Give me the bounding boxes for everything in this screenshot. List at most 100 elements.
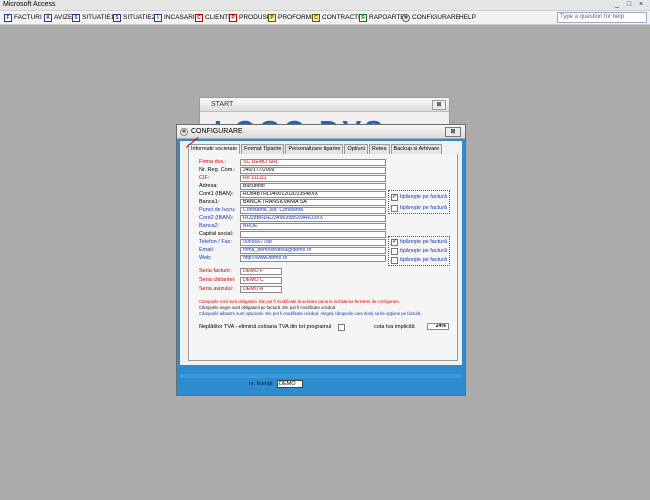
- products-icon: P: [229, 14, 237, 22]
- menu-situatie2[interactable]: S SITUATIE2: [113, 13, 155, 23]
- help-search-input[interactable]: Type a question for help: [557, 12, 647, 23]
- field-label: Banca1:: [199, 199, 220, 205]
- menu-proforme[interactable]: P PROFORME: [268, 13, 316, 23]
- print-checkbox[interactable]: [391, 248, 398, 255]
- tva-label: Neplătitor TVA - elimină coloana TVA din…: [199, 324, 332, 330]
- window-title: Microsoft Access: [3, 1, 56, 8]
- field-label: CIF:: [199, 175, 210, 181]
- field-label: Telefon / Fax:: [199, 239, 233, 245]
- menu-label: RAPOARTE: [369, 14, 405, 21]
- telefon-input[interactable]: 0055667788: [240, 239, 386, 246]
- clients-icon: C: [195, 14, 203, 22]
- seria-facturii-input[interactable]: DEMO F: [240, 268, 282, 275]
- print-checkbox-label: tipăreşte pe factură: [400, 205, 448, 211]
- print-checkbox[interactable]: ✓: [391, 194, 398, 201]
- menu-clienti[interactable]: C CLIENTI: [195, 13, 230, 23]
- print-checkbox[interactable]: [391, 257, 398, 264]
- tab-optiuni[interactable]: Optiuni: [344, 144, 368, 154]
- field-label: Email:: [199, 247, 215, 253]
- menu-label: AVIZE: [54, 14, 73, 21]
- close-button[interactable]: ×: [636, 1, 646, 9]
- config-close-button[interactable]: ⊠: [445, 127, 461, 137]
- banca2-input[interactable]: BRDE: [240, 223, 386, 230]
- field-label: Capital social:: [199, 231, 234, 237]
- maximize-button[interactable]: □: [624, 1, 634, 9]
- receipt-icon: I: [154, 14, 162, 22]
- print-checkbox-label: tipăreşte pe factură: [400, 194, 448, 200]
- tab-format-tiparire[interactable]: Format Tiparire: [241, 144, 285, 154]
- series-label: Seria facturii:: [199, 268, 232, 274]
- contract-icon: C: [312, 14, 320, 22]
- capital-input[interactable]: [240, 231, 386, 238]
- menu-produse[interactable]: P PRODUSE: [229, 13, 271, 23]
- cota-tva-label: cota tva implicită: [374, 324, 415, 330]
- field-label: Firma dvs.:: [199, 159, 227, 165]
- note-red: Campurile rosii sunt obligatorii. Ele po…: [199, 299, 401, 304]
- print-checkbox[interactable]: ✓: [391, 239, 398, 246]
- invoice-icon: F: [4, 14, 12, 22]
- menu-situatie1[interactable]: S SITUATIE1: [72, 13, 114, 23]
- menu-label: PROFORME: [278, 14, 316, 21]
- seria-avizului-input[interactable]: DEMO A: [240, 286, 282, 293]
- tva-checkbox[interactable]: [338, 324, 345, 331]
- menu-rapoarte[interactable]: R RAPOARTE: [359, 13, 405, 23]
- reg-com-input[interactable]: J40/177/2009: [240, 167, 386, 174]
- tab-body: Firma dvs.: SC DEMO SRL Nr. Reg. Com.: J…: [188, 154, 458, 361]
- config-panel: Informatii societate Format Tiparire Per…: [180, 141, 462, 365]
- firma-input[interactable]: SC DEMO SRL: [240, 159, 386, 166]
- menu-help[interactable]: HELP: [459, 13, 476, 23]
- cif-input[interactable]: Ro 111111: [240, 175, 386, 182]
- banca1-input[interactable]: BANCA TRANSILVANIA SA: [240, 199, 386, 206]
- menu-incasari[interactable]: I INCASARI: [154, 13, 195, 23]
- print-checkbox-label: tipăreşte pe factură: [400, 257, 448, 263]
- cont1-input[interactable]: RO84BTRL04001202D13548XX: [240, 191, 386, 198]
- cota-tva-input[interactable]: 24%: [427, 323, 449, 330]
- field-label: Banca2:: [199, 223, 220, 229]
- license-label: nr. licenţă: [249, 381, 273, 387]
- report-icon: S: [72, 14, 80, 22]
- print-checkbox-label: tipăreşte pe factură: [400, 239, 448, 245]
- license-input[interactable]: DEMO: [277, 380, 303, 388]
- series-label: Seria chitantei:: [199, 277, 236, 283]
- field-label: Web:: [199, 255, 212, 261]
- menu-label: CONFIGURARE: [412, 14, 461, 21]
- minimize-button[interactable]: _: [612, 1, 622, 9]
- cont2-input[interactable]: RO28BRDE234963985394RO3XX: [240, 215, 386, 222]
- print-checkbox[interactable]: [391, 205, 398, 212]
- config-icon: ✱: [180, 128, 188, 136]
- gear-icon: ✱: [402, 14, 410, 22]
- web-input[interactable]: http://www.demo.ro: [240, 255, 386, 262]
- start-window-title: START: [211, 101, 234, 108]
- field-label: Adresa:: [199, 183, 218, 189]
- tab-personalizare-tiparire[interactable]: Personalizare tiparire: [285, 144, 344, 154]
- menu-label: SITUATIE2: [123, 14, 156, 21]
- tab-backup-arhivare[interactable]: Backup si Arhivare: [390, 144, 443, 154]
- config-footer: nr. licenţă DEMO: [180, 368, 462, 393]
- menu-configurare[interactable]: ✱ CONFIGURARE: [402, 13, 460, 23]
- start-window-header: START ⊠: [200, 98, 449, 112]
- seria-chitantei-input[interactable]: DEMO C: [240, 277, 282, 284]
- email-input[interactable]: firma_demostrativa@demo.ro: [240, 247, 386, 254]
- tab-retea[interactable]: Retea: [368, 144, 390, 154]
- punct-lucru-input[interactable]: Constanta, jud. Constanta: [240, 207, 386, 214]
- menu-label: CLIENTI: [205, 14, 230, 21]
- field-label: Punct de lucru:: [199, 207, 236, 213]
- start-close-button[interactable]: ⊠: [432, 100, 446, 110]
- notice-icon: A: [44, 14, 52, 22]
- menu-label: HELP: [459, 14, 476, 21]
- menu-facturi[interactable]: F FACTURI: [4, 13, 42, 23]
- adresa-input[interactable]: Bucuresti: [240, 183, 386, 190]
- footer-stripe: [180, 374, 462, 378]
- note-black: Câmpurile negre sunt obligatorii pe fact…: [199, 305, 337, 310]
- menu-contracte[interactable]: C CONTRACTE: [312, 13, 362, 23]
- proforma-icon: P: [268, 14, 276, 22]
- menu-label: PRODUSE: [239, 14, 272, 21]
- reports-icon: R: [359, 14, 367, 22]
- print-checkbox-label: tipăreşte pe factură: [400, 248, 448, 254]
- report-icon: S: [113, 14, 121, 22]
- configurare-dialog: ✱ CONFIGURARE ⊠ Informatii societate For…: [176, 124, 466, 396]
- title-bar: Microsoft Access _ □ ×: [0, 0, 650, 11]
- menu-avize[interactable]: A AVIZE: [44, 13, 72, 23]
- config-header: ✱ CONFIGURARE ⊠: [177, 125, 465, 139]
- menu-label: CONTRACTE: [322, 14, 363, 21]
